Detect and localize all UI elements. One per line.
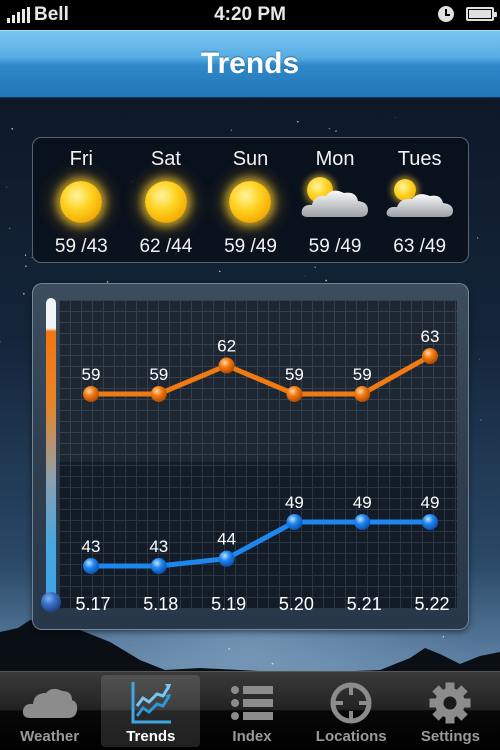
x-tick-label: 5.20: [279, 594, 314, 614]
high-data-label: 62: [217, 337, 236, 356]
thermometer-bar: [46, 298, 56, 602]
low-data-point: [354, 514, 371, 531]
forecast-panel: Fri 59 /43 Sat 62 /44 Sun 59 /49 Mon 59 …: [32, 137, 469, 263]
tab-locations[interactable]: Locations: [302, 672, 401, 750]
status-bar: Bell 4:20 PM: [0, 0, 500, 30]
tab-label: Weather: [20, 728, 80, 745]
navigation-bar: Trends: [0, 30, 500, 98]
x-tick-label: 5.18: [143, 594, 178, 614]
low-data-point: [150, 558, 167, 574]
crosshair-icon: [302, 680, 401, 726]
tab-index[interactable]: Index: [202, 672, 301, 750]
thermometer-bulb: [41, 592, 61, 612]
low-data-point: [286, 514, 303, 531]
trends-icon: [101, 680, 200, 726]
day-temp: 59 /49: [308, 236, 362, 257]
sunny-icon: [229, 181, 272, 223]
x-tick-label: 5.22: [414, 594, 449, 614]
low-data-point: [422, 514, 438, 531]
day-name: Sun: [232, 148, 269, 170]
battery-icon: [466, 7, 497, 21]
high-data-label: 59: [82, 365, 101, 384]
low-data-point: [83, 558, 99, 574]
forecast-day[interactable]: Sat 62 /44: [124, 138, 208, 262]
day-temp: 62 /44: [139, 236, 193, 257]
list-icon: [202, 680, 301, 726]
high-data-point: [422, 348, 438, 364]
high-data-point: [83, 386, 99, 402]
sunny-icon: [60, 181, 103, 223]
high-data-point: [150, 386, 167, 402]
tab-trends[interactable]: Trends: [101, 675, 201, 747]
cloud-icon: [0, 680, 99, 726]
day-name: Fri: [69, 148, 93, 170]
alarm-clock-icon: [438, 6, 454, 22]
x-tick-label: 5.17: [75, 594, 110, 614]
tab-label: Trends: [126, 728, 176, 745]
high-data-label: 59: [149, 365, 168, 384]
tab-bar: Weather Trends Index Locations Settings: [0, 671, 500, 750]
tab-label: Locations: [315, 728, 387, 745]
high-data-label: 63: [421, 327, 440, 346]
high-data-point: [218, 357, 235, 374]
day-temp: 59 /43: [54, 236, 108, 257]
day-name: Mon: [315, 148, 355, 170]
low-data-label: 49: [285, 493, 304, 512]
forecast-day[interactable]: Tues 63 /49: [378, 138, 462, 262]
high-data-label: 59: [285, 365, 304, 384]
high-data-point: [354, 386, 371, 402]
partly-cloudy-icon: [293, 175, 377, 233]
day-temp: 59 /49: [224, 236, 277, 257]
day-name: Tues: [397, 148, 442, 170]
high-data-label: 59: [353, 365, 372, 384]
temperature-trend-chart: 59 59 62 59 59 63 43 43 44 49 49 49 5.17 5.18 5.19 5.20…: [41, 298, 457, 614]
low-data-point: [218, 550, 235, 567]
forecast-day[interactable]: Mon 59 /49: [293, 138, 377, 262]
low-data-label: 49: [353, 493, 372, 512]
tab-label: Index: [232, 728, 272, 745]
page-title: Trends: [200, 47, 300, 80]
tab-settings[interactable]: Settings: [401, 672, 500, 750]
x-tick-label: 5.19: [211, 594, 246, 614]
trends-chart-panel: 59 59 62 59 59 63 43 43 44 49 49 49 5.17 5.18 5.19 5.20…: [32, 283, 469, 630]
low-data-label: 44: [217, 530, 236, 549]
tab-weather[interactable]: Weather: [0, 672, 99, 750]
low-data-label: 43: [82, 537, 101, 556]
day-temp: 63 /49: [393, 236, 447, 257]
gear-icon: [401, 680, 500, 726]
sunny-icon: [144, 181, 187, 223]
forecast-day[interactable]: Fri 59 /43: [39, 138, 123, 262]
tab-label: Settings: [420, 728, 480, 745]
low-data-label: 49: [421, 493, 440, 512]
high-data-point: [286, 386, 303, 402]
forecast-day[interactable]: Sun 59 /49: [208, 138, 292, 262]
x-tick-label: 5.21: [347, 594, 382, 614]
status-time: 4:20 PM: [214, 4, 286, 25]
partly-cloudy-icon: [378, 175, 462, 233]
day-name: Sat: [150, 148, 181, 170]
low-data-label: 43: [149, 537, 168, 556]
